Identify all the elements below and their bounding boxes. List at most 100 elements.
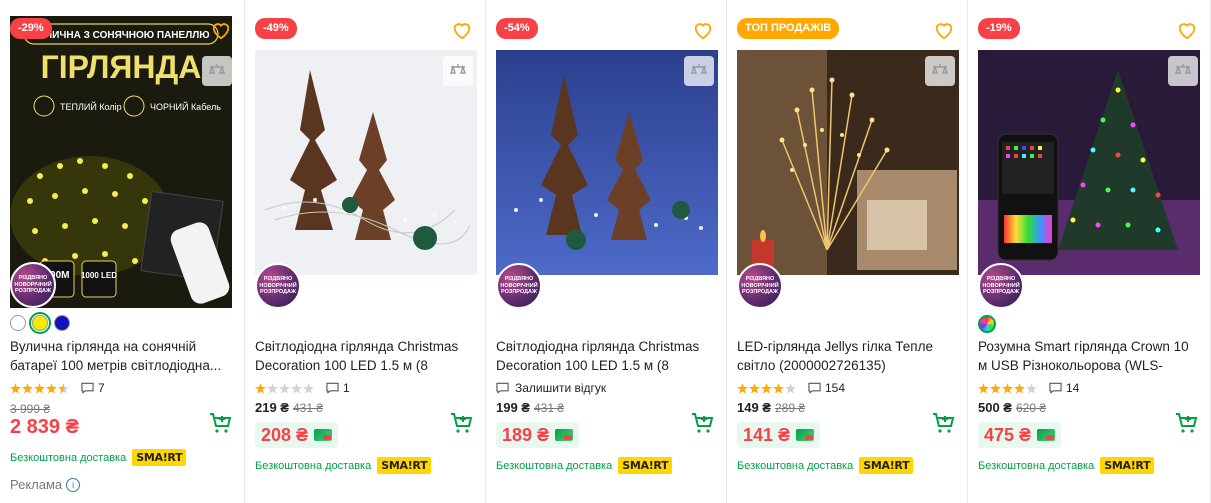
price: 500 ₴ <box>978 400 1012 415</box>
cart-icon[interactable] <box>449 411 473 435</box>
heart-icon[interactable] <box>1176 20 1198 40</box>
comment-icon <box>326 382 339 394</box>
product-grid: -29% ВУЛИЧНА З СОНЯЧНОЮ ПАНЕЛЛЮ ГІРЛЯНДА… <box>0 0 1211 503</box>
card-icon <box>796 429 815 441</box>
image-led-text: 1000 LED <box>81 271 117 280</box>
smart-logo: SMA!RT <box>377 457 432 474</box>
product-card[interactable]: ТОП ПРОДАЖІВ РІЗДВЯНО НОВОРІЧНИЙ РОЗПРОД… <box>727 0 967 503</box>
card-icon <box>1037 429 1056 441</box>
compare-icon[interactable] <box>925 56 955 86</box>
card-price: 141 ₴ <box>737 422 821 448</box>
rating-stars <box>255 382 314 394</box>
rating-stars <box>978 382 1037 394</box>
compare-icon[interactable] <box>1168 56 1198 86</box>
old-price: 431 ₴ <box>292 401 324 415</box>
free-delivery: Безкоштовна доставка SMA!RT <box>737 457 914 474</box>
price-row: 219 ₴ 431 ₴ <box>255 400 323 415</box>
free-delivery: Безкоштовна доставка SMA!RT <box>255 457 432 474</box>
heart-icon[interactable] <box>692 20 714 40</box>
old-price: 3 999 ₴ <box>10 402 51 416</box>
comment-icon <box>808 382 821 394</box>
price: 2 839 ₴ <box>10 416 79 438</box>
product-card[interactable]: -19% РІЗДВЯНО НОВОРІЧНИЙ РОЗПРОДАЖ Розум… <box>968 0 1210 503</box>
promo-sticker: РІЗДВЯНО НОВОРІЧНИЙ РОЗПРОДАЖ <box>978 263 1024 309</box>
old-price: 289 ₴ <box>774 401 806 415</box>
rating-stars <box>10 382 69 394</box>
ad-label: Реклама i <box>10 477 81 492</box>
promo-sticker: РІЗДВЯНО НОВОРІЧНИЙ РОЗПРОДАЖ <box>496 263 542 309</box>
delivery-label: Безкоштовна доставка <box>978 459 1095 472</box>
smart-logo: SMA!RT <box>132 449 187 466</box>
card-price: 475 ₴ <box>978 422 1062 448</box>
card-icon <box>555 429 574 441</box>
cart-icon[interactable] <box>690 411 714 435</box>
discount-badge: -19% <box>978 18 1020 39</box>
heart-icon[interactable] <box>451 20 473 40</box>
image-title-text: ГІРЛЯНДА <box>41 49 202 85</box>
image-feature-text: ЧОРНИЙ Кабель <box>150 101 221 112</box>
color-swatch-yellow[interactable] <box>29 312 51 334</box>
price-row: 149 ₴ 289 ₴ <box>737 400 805 415</box>
card-price: 208 ₴ <box>255 422 339 448</box>
delivery-label: Безкоштовна доставка <box>255 459 372 472</box>
smart-logo: SMA!RT <box>618 457 673 474</box>
rating[interactable]: 7 <box>10 381 105 395</box>
color-swatches <box>10 312 70 334</box>
discount-badge: -29% <box>10 18 52 39</box>
review-count: 154 <box>825 381 846 395</box>
card-price: 189 ₴ <box>496 422 580 448</box>
cart-icon[interactable] <box>208 411 232 435</box>
product-card[interactable]: -29% ВУЛИЧНА З СОНЯЧНОЮ ПАНЕЛЛЮ ГІРЛЯНДА… <box>0 0 244 503</box>
free-delivery: Безкоштовна доставка SMA!RT <box>496 457 673 474</box>
promo-sticker: РІЗДВЯНО НОВОРІЧНИЙ РОЗПРОДАЖ <box>10 262 56 308</box>
rating-stars <box>737 382 796 394</box>
color-swatch-white[interactable] <box>10 315 26 331</box>
delivery-label: Безкоштовна доставка <box>10 451 127 464</box>
promo-sticker: РІЗДВЯНО НОВОРІЧНИЙ РОЗПРОДАЖ <box>737 263 783 309</box>
color-swatches <box>978 315 996 333</box>
product-image[interactable] <box>978 50 1200 275</box>
product-title[interactable]: Вулична гірлянда на сонячній батареї 100… <box>10 337 232 375</box>
free-delivery: Безкоштовна доставка SMA!RT <box>10 449 187 466</box>
comment-icon <box>1049 382 1062 394</box>
comment-icon <box>496 382 509 394</box>
free-delivery: Безкоштовна доставка SMA!RT <box>978 457 1155 474</box>
price-row: 500 ₴ 620 ₴ <box>978 400 1046 415</box>
promo-sticker: РІЗДВЯНО НОВОРІЧНИЙ РОЗПРОДАЖ <box>255 263 301 309</box>
product-title[interactable]: Розумна Smart гірлянда Crown 10 м USB Рі… <box>978 337 1200 375</box>
product-title[interactable]: LED-гірлянда Jellys гілка Тепле світло (… <box>737 337 959 375</box>
cart-icon[interactable] <box>931 411 955 435</box>
smart-logo: SMA!RT <box>1100 457 1155 474</box>
product-card[interactable]: -49% РІЗДВЯНО НОВОРІЧНИЙ РОЗПРОДАЖ Світл… <box>245 0 485 503</box>
color-swatch-blue[interactable] <box>54 315 70 331</box>
leave-review-link[interactable]: Залишити відгук <box>496 381 606 395</box>
discount-badge: -54% <box>496 18 538 39</box>
info-icon[interactable]: i <box>66 477 81 492</box>
product-title[interactable]: Світлодіодна гірлянда Christmas Decorati… <box>255 337 477 375</box>
product-title[interactable]: Світлодіодна гірлянда Christmas Decorati… <box>496 337 718 375</box>
product-card[interactable]: -54% РІЗДВЯНО НОВОРІЧНИЙ РОЗПРОДАЖ Світл… <box>486 0 726 503</box>
compare-icon[interactable] <box>443 56 473 86</box>
delivery-label: Безкоштовна доставка <box>496 459 613 472</box>
color-swatch-multicolor[interactable] <box>978 315 996 333</box>
old-price: 431 ₴ <box>533 401 565 415</box>
rating[interactable]: 14 <box>978 381 1079 395</box>
comment-icon <box>81 382 94 394</box>
delivery-label: Безкоштовна доставка <box>737 459 854 472</box>
review-count: 1 <box>343 381 350 395</box>
rating[interactable]: 154 <box>737 381 845 395</box>
cart-icon[interactable] <box>1174 411 1198 435</box>
compare-icon[interactable] <box>202 56 232 86</box>
image-feature-text: ТЕПЛИЙ Колір <box>60 101 122 112</box>
rating[interactable]: 1 <box>255 381 350 395</box>
heart-icon[interactable] <box>210 20 232 40</box>
smart-logo: SMA!RT <box>859 457 914 474</box>
price-row: 199 ₴ 431 ₴ <box>496 400 564 415</box>
card-icon <box>314 429 333 441</box>
image-banner-text: ВУЛИЧНА З СОНЯЧНОЮ ПАНЕЛЛЮ <box>32 30 209 41</box>
review-count: 7 <box>98 381 105 395</box>
heart-icon[interactable] <box>933 20 955 40</box>
compare-icon[interactable] <box>684 56 714 86</box>
old-price: 620 ₴ <box>1015 401 1047 415</box>
top-sales-badge: ТОП ПРОДАЖІВ <box>737 18 840 39</box>
